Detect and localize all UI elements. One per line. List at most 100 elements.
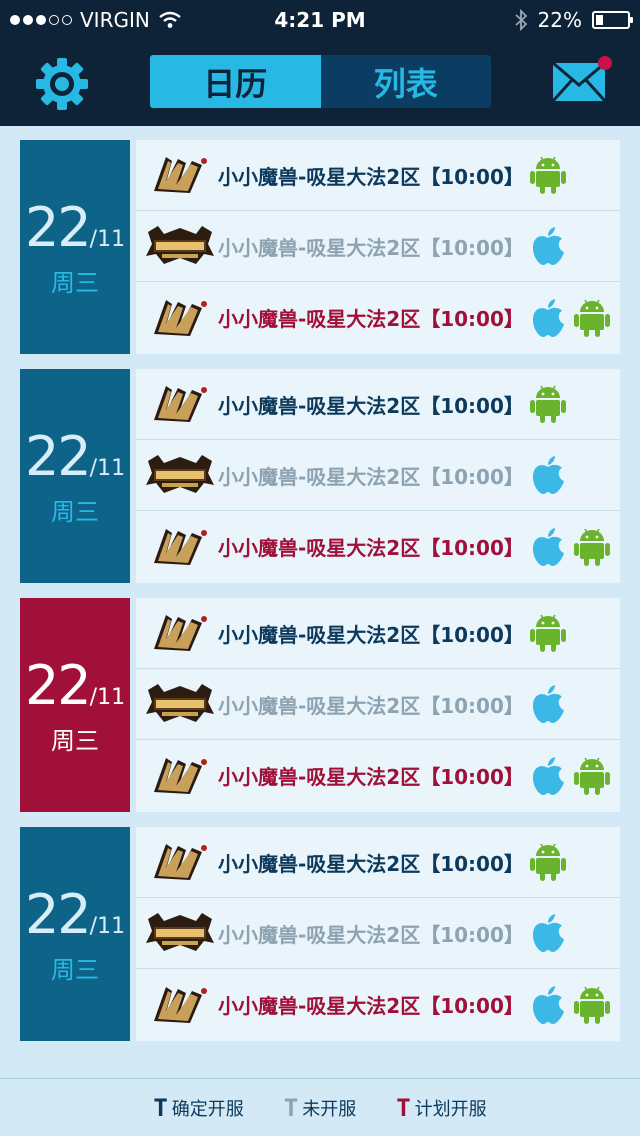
server-title: 小小魔兽-吸星大法2区【10:00】 [218, 848, 530, 877]
server-row[interactable]: 小小魔兽-吸星大法2区【10:00】 [136, 511, 620, 582]
open-time: 【10:00】 [420, 622, 524, 647]
date-box: 22/11 周三 [20, 598, 130, 812]
game-name: 小小魔兽 [218, 922, 298, 947]
server-title: 小小魔兽-吸星大法2区【10:00】 [218, 761, 530, 790]
server-row[interactable]: 小小魔兽-吸星大法2区【10:00】 [136, 898, 620, 969]
date-day: 22 [24, 654, 92, 717]
game-name: 小小魔兽 [218, 622, 298, 647]
game-name: 小小魔兽 [218, 693, 298, 718]
game-name: 小小魔兽 [218, 851, 298, 876]
android-icon [574, 528, 610, 566]
legend-label-unopened: 未开服 [302, 1098, 357, 1120]
game-logo-b [146, 913, 214, 951]
server-name: -吸星大法2区 [298, 851, 421, 876]
game-name: 小小魔兽 [218, 164, 298, 189]
day-card: 22/11 周三 小小魔兽-吸星大法2区【10:00】 小小魔兽-吸星大法2区【10:… [20, 369, 620, 583]
server-title: 小小魔兽-吸星大法2区【10:00】 [218, 532, 530, 561]
date-weekday: 周三 [51, 269, 99, 297]
server-row[interactable]: 小小魔兽-吸星大法2区【10:00】 [136, 669, 620, 740]
open-time: 【10:00】 [420, 851, 524, 876]
schedule-list: 22/11 周三 小小魔兽-吸星大法2区【10:00】 小小魔兽-吸星大法2区【10:… [0, 126, 640, 1078]
bluetooth-icon [514, 9, 527, 31]
server-row[interactable]: 小小魔兽-吸星大法2区【10:00】 [136, 827, 620, 898]
server-name: -吸星大法2区 [298, 622, 421, 647]
game-logo-a [154, 615, 207, 651]
server-row[interactable]: 小小魔兽-吸星大法2区【10:00】 [136, 740, 620, 811]
day-card: 22/11 周三 小小魔兽-吸星大法2区【10:00】 小小魔兽-吸星大法2区【10:… [20, 598, 620, 812]
platform-icons [530, 684, 566, 724]
day-card: 22/11 周三 小小魔兽-吸星大法2区【10:00】 小小魔兽-吸星大法2区【10:… [20, 140, 620, 354]
open-time: 【10:00】 [420, 164, 524, 189]
server-title: 小小魔兽-吸星大法2区【10:00】 [218, 390, 530, 419]
legend-label-planned: 计划开服 [414, 1098, 487, 1120]
server-title: 小小魔兽-吸星大法2区【10:00】 [218, 690, 530, 719]
game-logo-a [154, 844, 207, 880]
game-logo-a [154, 157, 207, 193]
open-time: 【10:00】 [420, 393, 524, 418]
server-name: -吸星大法2区 [298, 536, 421, 560]
server-row[interactable]: 小小魔兽-吸星大法2区【10:00】 [136, 140, 620, 211]
tab-calendar[interactable]: 日历 [150, 55, 321, 108]
status-right: 22% [514, 8, 633, 32]
game-name: 小小魔兽 [218, 765, 298, 789]
date-day: 22 [24, 425, 92, 488]
android-icon [530, 843, 566, 881]
mail-icon[interactable] [552, 62, 606, 102]
date-box: 22/11 周三 [20, 369, 130, 583]
open-time: 【10:00】 [420, 994, 524, 1018]
tab-list[interactable]: 列表 [320, 55, 491, 108]
server-row[interactable]: 小小魔兽-吸星大法2区【10:00】 [136, 440, 620, 511]
legend-mark-confirmed: T [153, 1093, 168, 1122]
apple-icon [533, 985, 564, 1024]
server-name: -吸星大法2区 [298, 164, 421, 189]
apple-icon [533, 527, 564, 566]
platform-icons [530, 155, 566, 195]
game-logo-a [154, 299, 207, 336]
game-name: 小小魔兽 [218, 464, 298, 489]
server-list: 小小魔兽-吸星大法2区【10:00】 小小魔兽-吸星大法2区【10:00】 小小魔兽… [136, 827, 620, 1041]
server-title: 小小魔兽-吸星大法2区【10:00】 [218, 919, 530, 948]
platform-icons [530, 613, 566, 653]
server-name: -吸星大法2区 [298, 693, 421, 718]
server-title: 小小魔兽-吸星大法2区【10:00】 [218, 461, 530, 490]
gear-icon[interactable] [34, 56, 90, 112]
server-row[interactable]: 小小魔兽-吸星大法2区【10:00】 [136, 211, 620, 282]
server-title: 小小魔兽-吸星大法2区【10:00】 [218, 232, 530, 261]
date-weekday: 周三 [51, 727, 99, 755]
date-month: /11 [89, 914, 126, 939]
legend-confirmed: T 确定开服 [153, 1094, 243, 1122]
android-icon [574, 299, 610, 337]
date-month: /11 [89, 456, 126, 481]
platform-icons [530, 842, 566, 882]
android-icon [530, 614, 566, 652]
battery-icon [592, 11, 633, 29]
server-row[interactable]: 小小魔兽-吸星大法2区【10:00】 [136, 282, 620, 353]
android-icon [530, 385, 566, 423]
server-name: -吸星大法2区 [298, 307, 421, 331]
date-month: /11 [89, 227, 126, 252]
server-title: 小小魔兽-吸星大法2区【10:00】 [218, 990, 530, 1019]
server-row[interactable]: 小小魔兽-吸星大法2区【10:00】 [136, 969, 620, 1040]
game-logo-a [154, 757, 207, 794]
server-row[interactable]: 小小魔兽-吸星大法2区【10:00】 [136, 369, 620, 440]
apple-icon [533, 298, 564, 337]
server-row[interactable]: 小小魔兽-吸星大法2区【10:00】 [136, 598, 620, 669]
apple-icon [533, 227, 564, 265]
android-icon [530, 156, 566, 194]
game-logo-b [146, 226, 214, 264]
platform-icons [530, 527, 610, 567]
open-time: 【10:00】 [420, 536, 524, 560]
game-name: 小小魔兽 [218, 393, 298, 418]
legend-planned: T 计划开服 [396, 1094, 486, 1122]
apple-icon [533, 685, 564, 723]
legend-label-confirmed: 确定开服 [171, 1098, 244, 1120]
android-icon [574, 986, 610, 1024]
date-weekday: 周三 [51, 498, 99, 526]
server-list: 小小魔兽-吸星大法2区【10:00】 小小魔兽-吸星大法2区【10:00】 小小魔兽… [136, 369, 620, 583]
server-list: 小小魔兽-吸星大法2区【10:00】 小小魔兽-吸星大法2区【10:00】 小小魔兽… [136, 140, 620, 354]
game-logo-b [146, 684, 214, 722]
open-time: 【10:00】 [420, 693, 524, 718]
platform-icons [530, 298, 610, 338]
date-line: 22/11 [25, 883, 125, 946]
date-box: 22/11 周三 [20, 140, 130, 354]
